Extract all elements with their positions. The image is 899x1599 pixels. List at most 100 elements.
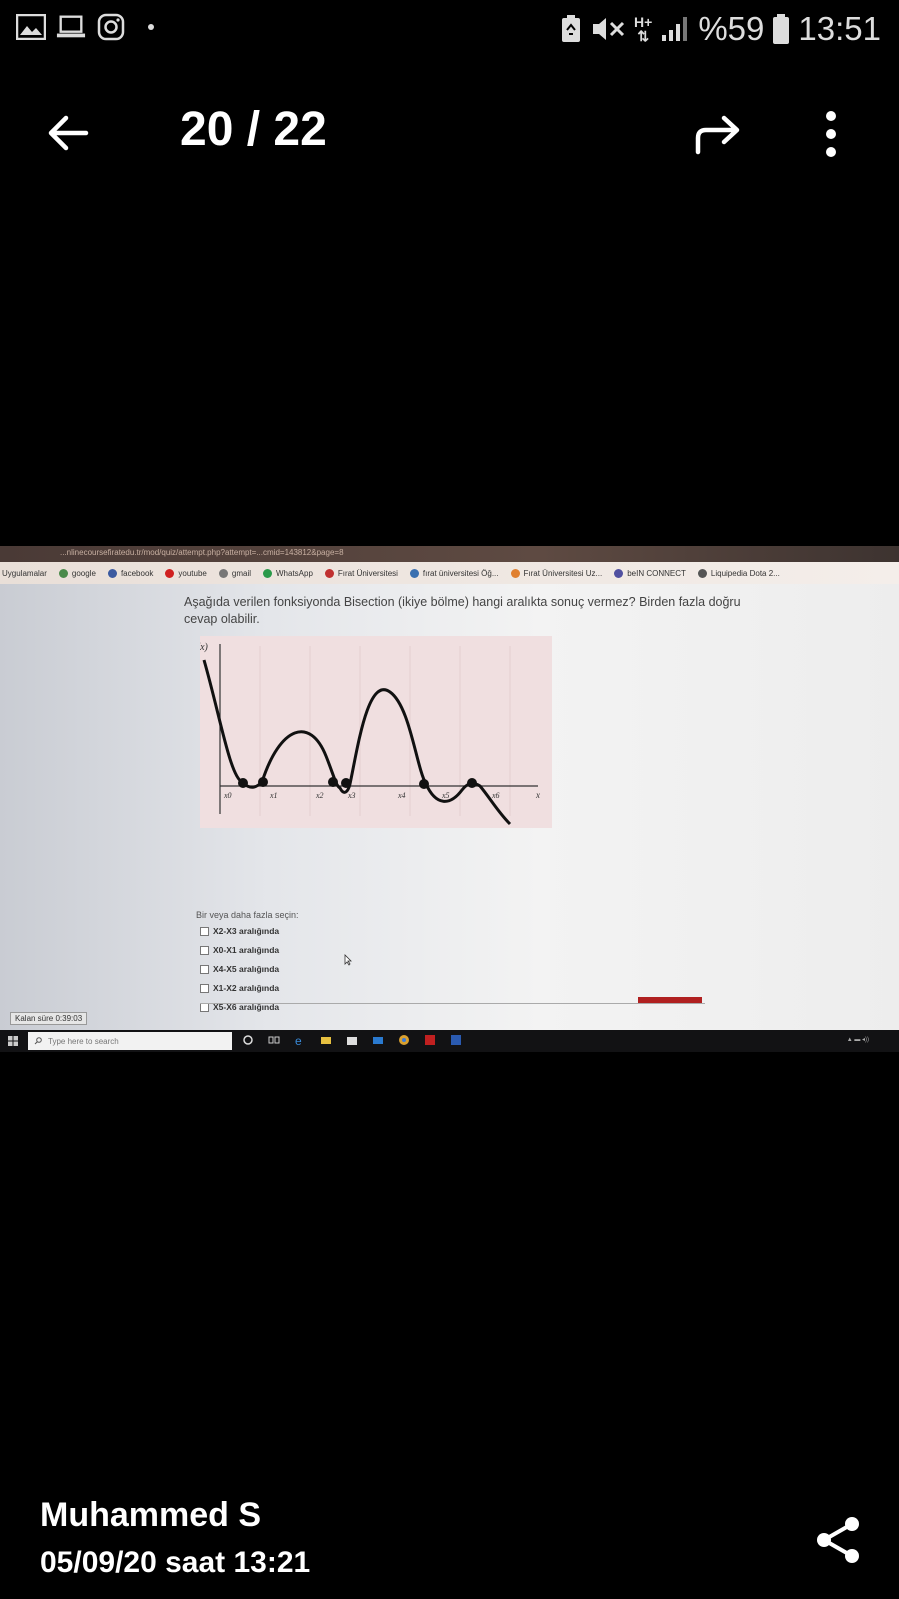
- x-tick-label: x6: [491, 791, 500, 800]
- bookmark-label: fırat üniversitesi Öğ...: [422, 568, 499, 578]
- browser-address-bar: ...nlinecoursefiratedu.tr/mod/quiz/attem…: [0, 546, 899, 562]
- bookmark-label: Fırat Üniversitesi Uz...: [523, 568, 603, 578]
- x-tick-label: x0: [223, 791, 232, 800]
- checkbox[interactable]: [200, 983, 209, 993]
- choice-label: X1-X2 aralığında: [213, 983, 280, 993]
- mail-icon[interactable]: [372, 1034, 384, 1046]
- battery-percent: %59: [698, 10, 765, 47]
- choices-prompt: Bir veya daha fazla seçin:: [196, 910, 299, 920]
- function-curve: [202, 659, 512, 826]
- gallery-icon: [16, 12, 46, 42]
- root-points: [238, 777, 477, 789]
- edge-icon[interactable]: e: [294, 1034, 306, 1046]
- x-tick-label: x4: [397, 791, 406, 800]
- taskbar-apps: e: [242, 1034, 462, 1046]
- more-vert-icon: [826, 111, 836, 157]
- graph-svg: f(x) x x0 x1 x2 x3 x4 x5 x6: [194, 642, 540, 826]
- windows-taskbar: Type here to search e ▲ ▬ ◂)): [0, 1030, 899, 1052]
- quiz-content: Aşağıda verilen fonksiyonda Bisection (i…: [0, 584, 899, 1014]
- cortana-icon[interactable]: [242, 1034, 254, 1046]
- x-tick-label: x3: [347, 791, 356, 800]
- sent-datetime: 05/09/20 saat 13:21: [40, 1546, 311, 1579]
- university-icon: [510, 568, 520, 578]
- bookmark-label: facebook: [120, 568, 154, 578]
- bookmark-item: Liquipedia Dota 2...: [697, 568, 780, 578]
- choice-label: X2-X3 aralığında: [213, 926, 280, 936]
- forward-button[interactable]: [690, 108, 746, 158]
- pdf-icon[interactable]: [424, 1034, 436, 1046]
- bein-icon: [614, 568, 624, 578]
- page-counter: 20 / 22: [180, 103, 327, 156]
- university-icon: [324, 568, 334, 578]
- task-view-icon[interactable]: [268, 1034, 280, 1046]
- choice-label: X4-X5 aralığında: [213, 964, 280, 974]
- gmail-icon: [218, 568, 228, 578]
- checkbox[interactable]: [200, 926, 209, 936]
- svg-text:e: e: [295, 1034, 302, 1046]
- arrow-left-icon: [48, 115, 89, 151]
- checkbox[interactable]: [200, 945, 209, 955]
- sender-name: Muhammed S: [40, 1496, 262, 1534]
- notification-icons: [16, 12, 166, 42]
- divider: [200, 1003, 705, 1004]
- share-button[interactable]: [814, 1514, 864, 1566]
- bookmarks-bar: Uygulamalar google facebook youtube gmai…: [0, 562, 899, 584]
- taskbar-search-input[interactable]: Type here to search: [28, 1032, 232, 1050]
- bookmark-label: google: [71, 568, 96, 578]
- choice-option[interactable]: X0-X1 aralığında: [200, 945, 279, 955]
- next-page-button[interactable]: [638, 997, 702, 1003]
- x-axis-label: x: [535, 790, 540, 800]
- whatsapp-icon: [263, 568, 272, 578]
- quiz-timer: Kalan süre 0:39:03: [10, 1012, 88, 1025]
- bookmark-label: Fırat Üniversitesi: [337, 568, 398, 578]
- forward-arrow-icon: [695, 115, 740, 155]
- bookmark-label: Liquipedia Dota 2...: [710, 568, 780, 578]
- signal-icon: [662, 17, 688, 41]
- bookmark-item: youtube: [165, 568, 207, 578]
- globe-icon: [409, 568, 419, 578]
- bookmark-item: google: [58, 568, 96, 578]
- store-icon[interactable]: [346, 1034, 358, 1046]
- bookmark-item: Uygulamalar: [2, 569, 47, 578]
- x-tick-label: x5: [441, 791, 450, 800]
- bookmark-label: youtube: [178, 568, 207, 578]
- bookmark-item: Fırat Üniversitesi Uz...: [510, 568, 603, 578]
- mute-icon: [593, 18, 625, 40]
- mouse-cursor-icon: [344, 954, 352, 966]
- url-text: ...nlinecoursefiratedu.tr/mod/quiz/attem…: [60, 548, 344, 557]
- choice-option[interactable]: X4-X5 aralığında: [200, 964, 279, 974]
- network-type-label: H+: [634, 14, 653, 30]
- bookmark-item: Fırat Üniversitesi: [324, 568, 398, 578]
- bookmark-item: WhatsApp: [263, 568, 313, 578]
- choice-option[interactable]: X2-X3 aralığında: [200, 926, 279, 936]
- system-tray: ▲ ▬ ◂)): [847, 1036, 869, 1043]
- tray-icons: ▲ ▬ ◂)): [846, 1037, 869, 1043]
- windows-start-icon[interactable]: [8, 1036, 18, 1046]
- x-tick-label: x2: [315, 791, 324, 800]
- dot-icon: [136, 12, 166, 42]
- checkbox[interactable]: [200, 964, 209, 974]
- back-button[interactable]: [44, 108, 94, 158]
- network-type-icon: H+ ⇅: [634, 14, 653, 44]
- liquipedia-icon: [697, 568, 707, 578]
- laptop-icon: [56, 12, 86, 42]
- bookmark-label: beIN CONNECT: [627, 568, 686, 578]
- youtube-icon: [165, 568, 175, 578]
- photo-image[interactable]: ...nlinecoursefiratedu.tr/mod/quiz/attem…: [0, 546, 899, 1052]
- share-icon: [817, 1517, 859, 1563]
- x-tick-label: x1: [269, 791, 278, 800]
- google-icon: [58, 568, 68, 578]
- choice-label: X0-X1 aralığında: [213, 945, 280, 955]
- clock: 13:51: [798, 10, 881, 47]
- function-graph: f(x) x x0 x1 x2 x3 x4 x5 x6: [194, 636, 552, 828]
- bookmark-item: gmail: [218, 568, 251, 578]
- word-icon[interactable]: [450, 1034, 462, 1046]
- instagram-icon: [96, 12, 126, 42]
- folder-icon[interactable]: [320, 1034, 332, 1046]
- search-icon: [34, 1037, 42, 1045]
- more-options-button[interactable]: [818, 106, 844, 162]
- choice-option[interactable]: X1-X2 aralığında: [200, 983, 279, 993]
- chrome-icon[interactable]: [398, 1034, 410, 1046]
- search-placeholder: Type here to search: [48, 1036, 119, 1046]
- viewer-toolbar: 20 / 22: [0, 90, 899, 170]
